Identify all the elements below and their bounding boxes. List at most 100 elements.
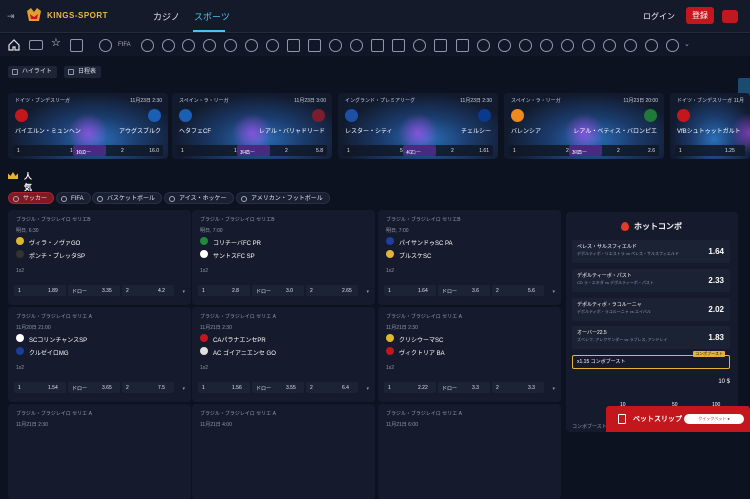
expand-chevron-icon[interactable]: ▾ — [182, 386, 185, 392]
combo-item-event: デポルティボ・リエストラ vs ペレス・サルスフィエルド — [577, 251, 679, 256]
sport-tab-fifa[interactable]: FIFA — [56, 192, 91, 204]
match-card[interactable]: ブラジル・ブラジレイロ セリエ A 11月21日 2:30 クリシウーマSC ヴィクト… — [378, 307, 561, 402]
chevron-down-icon[interactable]: ⌄ — [684, 40, 690, 48]
highlight-card[interactable]: スペイン・ラ・リーガ11月23日 3:00ヘタフェCFレアル・バリャドリード11… — [172, 93, 332, 159]
match-card[interactable]: ブラジル・ブラジレイロ セリエ A 11月21日 2:30 — [8, 404, 191, 499]
cricket-icon[interactable] — [371, 39, 384, 52]
away-win-button[interactable] — [122, 382, 174, 393]
home-win-button[interactable] — [384, 382, 436, 393]
away-win-button[interactable] — [492, 285, 544, 296]
match-card[interactable]: ブラジル・ブラジレイロ セリエ A 11月20日 21:00 SCコリンチャンスSP… — [8, 307, 191, 402]
expand-chevron-icon[interactable]: ▾ — [182, 289, 185, 295]
star-icon[interactable]: ☆ — [51, 36, 64, 49]
soccer-icon[interactable] — [99, 39, 112, 52]
home-win-button[interactable] — [198, 285, 250, 296]
aussie-rules-icon[interactable] — [561, 39, 574, 52]
snooker-icon[interactable] — [582, 39, 595, 52]
brand-logo[interactable]: KINGS-SPORT — [25, 5, 115, 27]
match-card[interactable]: ブラジル・ブラジレイロ セリエB 明日, 6:30 ヴィラ・ノヴァGO ポンチ・プレッ… — [8, 210, 191, 305]
target-icon[interactable] — [266, 39, 279, 52]
combo-item[interactable]: オーバー22.5 ズベレフ, アレクサンダー vs ラブレス, アンドレイ 1.… — [572, 326, 730, 349]
match-card[interactable]: ブラジル・ブラジレイロ セリエB 明日, 7:00 パイサンドゥSC PA ブルスケS… — [378, 210, 561, 305]
expand-chevron-icon[interactable]: ▾ — [366, 386, 369, 392]
mma-icon[interactable] — [645, 39, 658, 52]
betslip-bar[interactable]: ベットスリップ クイックベット ● — [606, 406, 750, 432]
basketball-icon[interactable] — [141, 39, 154, 52]
away-win-button[interactable] — [306, 382, 358, 393]
badminton-icon[interactable] — [224, 39, 237, 52]
draw-odd-button[interactable]: ドロー 10.0 — [73, 145, 106, 156]
motorsport-icon[interactable] — [624, 39, 637, 52]
sport-tab-basketball[interactable]: バスケットボール — [92, 192, 163, 204]
fifa-label[interactable]: FIFA — [118, 42, 131, 48]
expand-chevron-icon[interactable]: ▾ — [552, 386, 555, 392]
chip-schedule[interactable]: 日程表 — [64, 66, 102, 78]
rugby-icon[interactable] — [519, 39, 532, 52]
match-card[interactable]: ブラジル・ブラジレイロ セリエB 明日, 7:00 コリチーバFC PR サントスFC… — [192, 210, 375, 305]
more-sports-icon[interactable] — [666, 39, 679, 52]
match-card[interactable]: ブラジル・ブラジレイロ セリエ A 11月21日 2:30 CAパラナエンセPR AC… — [192, 307, 375, 402]
home-win-button[interactable] — [14, 285, 66, 296]
combo-item[interactable]: ペレス・サルスフィエルド デポルティボ・リエストラ vs ペレス・サルスフィエル… — [572, 240, 730, 263]
draw-odd-button[interactable]: ドロー 4.2 — [403, 145, 436, 156]
darts-icon[interactable] — [434, 39, 447, 52]
collapse-menu-icon[interactable]: ⇥ — [7, 11, 17, 21]
away-team-name: サントスFC SP — [213, 254, 255, 260]
combo-item[interactable]: デポルティボ・ラコルーニャ デポルティボ・ラコルーニャ vs エイバル 2.02 — [572, 298, 730, 321]
chat-icon[interactable] — [722, 10, 738, 23]
chess-icon[interactable] — [329, 39, 342, 52]
highlight-card[interactable]: ドイツ・ブンデスリーガ 11月 VfBシュトゥットガルト 1 1.25 — [670, 93, 750, 159]
bowling-icon[interactable] — [603, 39, 616, 52]
home-icon[interactable] — [8, 39, 20, 51]
expand-chevron-icon[interactable]: ▾ — [552, 289, 555, 295]
stake-amount[interactable]: 10 $ — [718, 379, 730, 385]
quick-bet-toggle[interactable]: クイックベット ● — [684, 414, 744, 424]
home-win-button[interactable] — [384, 285, 436, 296]
away-win-button[interactable] — [492, 382, 544, 393]
boxing-icon[interactable] — [413, 39, 426, 52]
volleyball-icon[interactable] — [245, 39, 258, 52]
away-win-odd[interactable]: 1.61 — [479, 148, 489, 154]
ski-icon[interactable] — [203, 39, 216, 52]
home-win-button[interactable] — [198, 382, 250, 393]
calendar-icon[interactable] — [70, 39, 83, 52]
hockey-icon[interactable] — [162, 39, 175, 52]
combo-boost-row[interactable]: x1.15 コンボブースト コンボブースト — [572, 351, 730, 369]
away-team-name: クルゼイロMG — [29, 351, 69, 357]
tennis-icon[interactable] — [456, 39, 469, 52]
register-button[interactable]: 登録 — [686, 7, 714, 24]
away-odd: 3.3 — [528, 385, 535, 391]
away-win-odd[interactable]: 2.6 — [648, 148, 655, 154]
sport-tab-ice-hockey[interactable]: アイス・ホッケー — [164, 192, 234, 204]
chip-highlight[interactable]: ハイライト — [8, 66, 57, 78]
match-card[interactable]: ブラジル・ブラジレイロ セリエ A 11月21日 6:00 — [378, 404, 561, 499]
handball-icon[interactable] — [392, 39, 405, 52]
horse-icon[interactable] — [350, 39, 363, 52]
highlight-card[interactable]: イングランド・プレミアリーグ11月23日 2:30レスター・シティチェルシー15… — [338, 93, 498, 159]
highlight-card[interactable]: スペイン・ラ・リーガ 11月23日 20:00 バレンシア レアル・ベティス・バロンピ… — [504, 93, 664, 159]
away-label: 2 — [310, 385, 313, 391]
football-icon[interactable] — [182, 39, 195, 52]
baseball-icon[interactable] — [498, 39, 511, 52]
tab-sports[interactable]: スポーツ — [194, 10, 230, 23]
draw-odd-button[interactable]: ドロー 3.45 — [237, 145, 270, 156]
sport-tab-american-football[interactable]: アメリカン・フットボール — [236, 192, 330, 204]
table-tennis-icon[interactable] — [287, 39, 300, 52]
cycling-icon[interactable] — [540, 39, 553, 52]
golf-icon[interactable] — [477, 39, 490, 52]
match-card[interactable]: ブラジル・ブラジレイロ セリエ A 11月21日 4:00 — [192, 404, 375, 499]
home-win-button[interactable] — [14, 382, 66, 393]
combo-item[interactable]: デポルティーボ・パスト CD ラ・エキダ vs デポルティーボ・パスト 2.33 — [572, 269, 730, 292]
sport-tab-soccer[interactable]: サッカー — [8, 192, 55, 204]
highlight-card[interactable]: ドイツ・ブンデスリーガ 11月23日 2:30 バイエルン・ミュンヘン アウグスブルク… — [8, 93, 168, 159]
away-win-odd[interactable]: 5.8 — [316, 148, 323, 154]
away-win-button[interactable] — [122, 285, 174, 296]
live-icon[interactable] — [29, 40, 43, 50]
away-win-odd[interactable]: 16.0 — [149, 148, 159, 154]
esports-icon[interactable] — [308, 39, 321, 52]
tab-casino[interactable]: カジノ — [153, 10, 180, 23]
expand-chevron-icon[interactable]: ▾ — [366, 289, 369, 295]
away-win-label: 2 — [121, 148, 124, 154]
draw-odd-button[interactable]: ドロー 3.05 — [569, 145, 602, 156]
home-win-odd[interactable]: 1.25 — [725, 148, 735, 154]
